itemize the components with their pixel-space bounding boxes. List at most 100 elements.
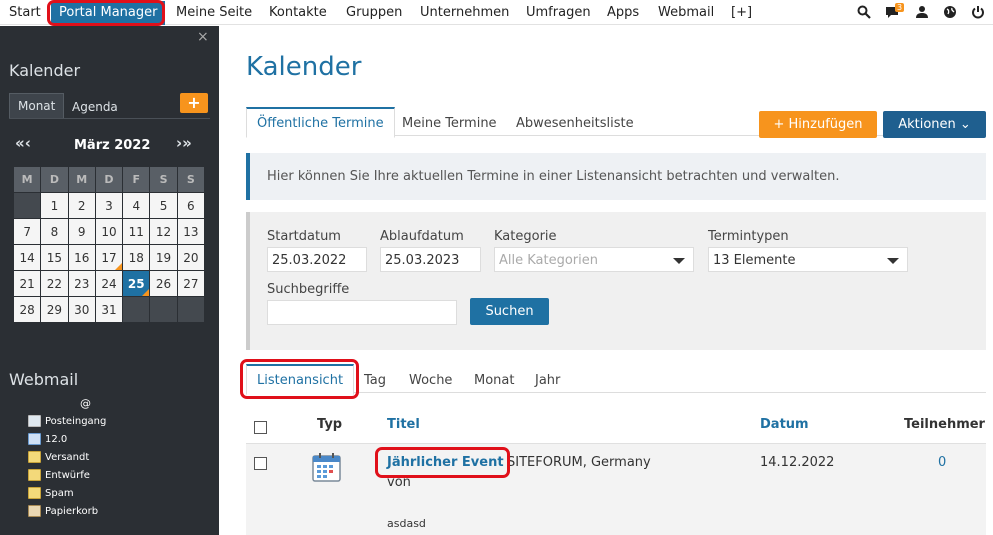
calendar-empty-cell: [176, 296, 206, 323]
calendar-day[interactable]: 20: [176, 244, 206, 271]
add-event-button[interactable]: +: [180, 93, 208, 113]
tab-absence-list[interactable]: Abwesenheitsliste: [516, 116, 634, 131]
category-placeholder: Alle Kategorien: [499, 253, 599, 268]
spam-folder-icon: [28, 487, 41, 499]
tab-public-events[interactable]: Öffentliche Termine: [246, 107, 395, 138]
event-types-select[interactable]: 13 Elemente: [708, 247, 908, 272]
nav-meine-seite[interactable]: Meine Seite: [176, 5, 252, 20]
calendar-day[interactable]: 5: [149, 192, 178, 219]
mail-folder-12[interactable]: 12.0: [28, 433, 67, 445]
end-date-input[interactable]: 25.03.2023: [380, 247, 481, 272]
select-all-checkbox[interactable]: [254, 421, 267, 434]
table-header: Typ Titel Datum Teilnehmer: [246, 408, 986, 444]
power-icon[interactable]: [970, 5, 986, 21]
event-date: 14.12.2022: [760, 455, 835, 470]
calendar-day[interactable]: 16: [67, 244, 96, 271]
calendar-day-with-event[interactable]: 17: [94, 244, 124, 271]
nav-unternehmen[interactable]: Unternehmen: [420, 5, 509, 20]
prev-month-icon[interactable]: «‹: [15, 134, 31, 152]
nav-umfragen[interactable]: Umfragen: [526, 5, 591, 20]
tab-week[interactable]: Woche: [409, 373, 452, 388]
event-marker: [115, 263, 123, 270]
next-month-icon[interactable]: ›»: [176, 134, 192, 152]
column-date[interactable]: Datum: [760, 417, 809, 432]
tab-day[interactable]: Tag: [364, 373, 386, 388]
globe-icon[interactable]: [942, 5, 958, 21]
tab-agenda[interactable]: Agenda: [72, 100, 118, 114]
mail-folder-label: Versandt: [45, 452, 90, 463]
user-icon[interactable]: [914, 5, 930, 21]
event-types-label: Termintypen: [708, 229, 789, 244]
mail-folder-spam[interactable]: Spam: [28, 487, 74, 499]
mail-folder-trash[interactable]: Papierkorb: [28, 505, 98, 517]
event-marker: [142, 289, 150, 296]
calendar-day[interactable]: 2: [67, 192, 96, 219]
nav-more[interactable]: [+]: [731, 5, 752, 20]
webmail-heading: Webmail: [9, 370, 79, 389]
calendar-day[interactable]: 4: [122, 192, 151, 219]
tab-my-events[interactable]: Meine Termine: [402, 116, 497, 131]
close-icon[interactable]: ×: [197, 29, 209, 45]
event-location: SITEFORUM, Germany: [507, 455, 651, 470]
mail-folder-label: Posteingang: [45, 416, 107, 427]
mail-folder-label: Entwürfe: [45, 470, 90, 481]
tab-year[interactable]: Jahr: [535, 373, 560, 388]
calendar-day-today[interactable]: 25: [122, 270, 151, 297]
calendar-day[interactable]: 24: [94, 270, 124, 297]
calendar-day[interactable]: 26: [149, 270, 178, 297]
info-box: Hier können Sie Ihre aktuellen Termine i…: [246, 153, 986, 200]
tab-month[interactable]: Monat: [474, 373, 514, 388]
calendar-day[interactable]: 11: [122, 218, 151, 245]
nav-gruppen[interactable]: Gruppen: [346, 5, 402, 20]
calendar-day[interactable]: 8: [40, 218, 69, 245]
tab-monat[interactable]: Monat: [9, 93, 65, 118]
calendar-day[interactable]: 23: [67, 270, 96, 297]
calendar-day[interactable]: 12: [149, 218, 178, 245]
calendar-day[interactable]: 1: [40, 192, 69, 219]
calendar-day[interactable]: 19: [149, 244, 178, 271]
calendar-day[interactable]: 14: [12, 244, 42, 271]
nav-kontakte[interactable]: Kontakte: [269, 5, 327, 20]
search-button[interactable]: Suchen: [470, 298, 549, 325]
calendar-day[interactable]: 10: [94, 218, 124, 245]
search-terms-input[interactable]: [267, 300, 457, 325]
nav-webmail[interactable]: Webmail: [658, 5, 714, 20]
calendar-empty-cell: [122, 296, 151, 323]
calendar-day[interactable]: 21: [12, 270, 42, 297]
search-icon[interactable]: [856, 5, 872, 21]
nav-start[interactable]: Start: [9, 5, 41, 20]
nav-apps[interactable]: Apps: [607, 5, 639, 20]
calendar-day[interactable]: 27: [176, 270, 206, 297]
events-table: Typ Titel Datum Teilnehmer Jährlicher Ev…: [246, 408, 986, 535]
calendar-day[interactable]: 7: [12, 218, 42, 245]
category-select[interactable]: Alle Kategorien: [494, 247, 694, 272]
main-content: Kalender Öffentliche Termine Meine Termi…: [219, 26, 993, 535]
start-date-input[interactable]: 25.03.2022: [267, 247, 367, 272]
mail-folder-drafts[interactable]: Entwürfe: [28, 469, 90, 481]
notification-badge: 3: [895, 3, 905, 12]
mail-folder-sent[interactable]: Versandt: [28, 451, 89, 463]
calendar-day[interactable]: 31: [94, 296, 124, 323]
calendar-day[interactable]: 6: [176, 192, 206, 219]
folder-icon: [28, 433, 41, 445]
webmail-account: @: [80, 397, 91, 410]
calendar-day[interactable]: 9: [67, 218, 96, 245]
weekday-header: D: [40, 166, 69, 193]
calendar-day[interactable]: 15: [40, 244, 69, 271]
calendar-day[interactable]: 22: [40, 270, 69, 297]
calendar-day[interactable]: 28: [12, 296, 42, 323]
calendar-empty-cell: [149, 296, 178, 323]
mail-folder-inbox[interactable]: Posteingang: [28, 415, 106, 427]
weekday-header: S: [149, 166, 178, 193]
event-participants[interactable]: 0: [938, 455, 946, 470]
calendar-day[interactable]: 29: [40, 296, 69, 323]
actions-button[interactable]: Aktionen ⌄: [883, 111, 986, 138]
add-button[interactable]: + Hinzufügen: [759, 111, 877, 138]
actions-button-label: Aktionen: [898, 117, 956, 132]
calendar-day[interactable]: 3: [94, 192, 124, 219]
calendar-day[interactable]: 13: [176, 218, 206, 245]
row-checkbox[interactable]: [254, 457, 267, 470]
column-title[interactable]: Titel: [387, 417, 420, 432]
calendar-day[interactable]: 30: [67, 296, 96, 323]
calendar-day[interactable]: 18: [122, 244, 151, 271]
